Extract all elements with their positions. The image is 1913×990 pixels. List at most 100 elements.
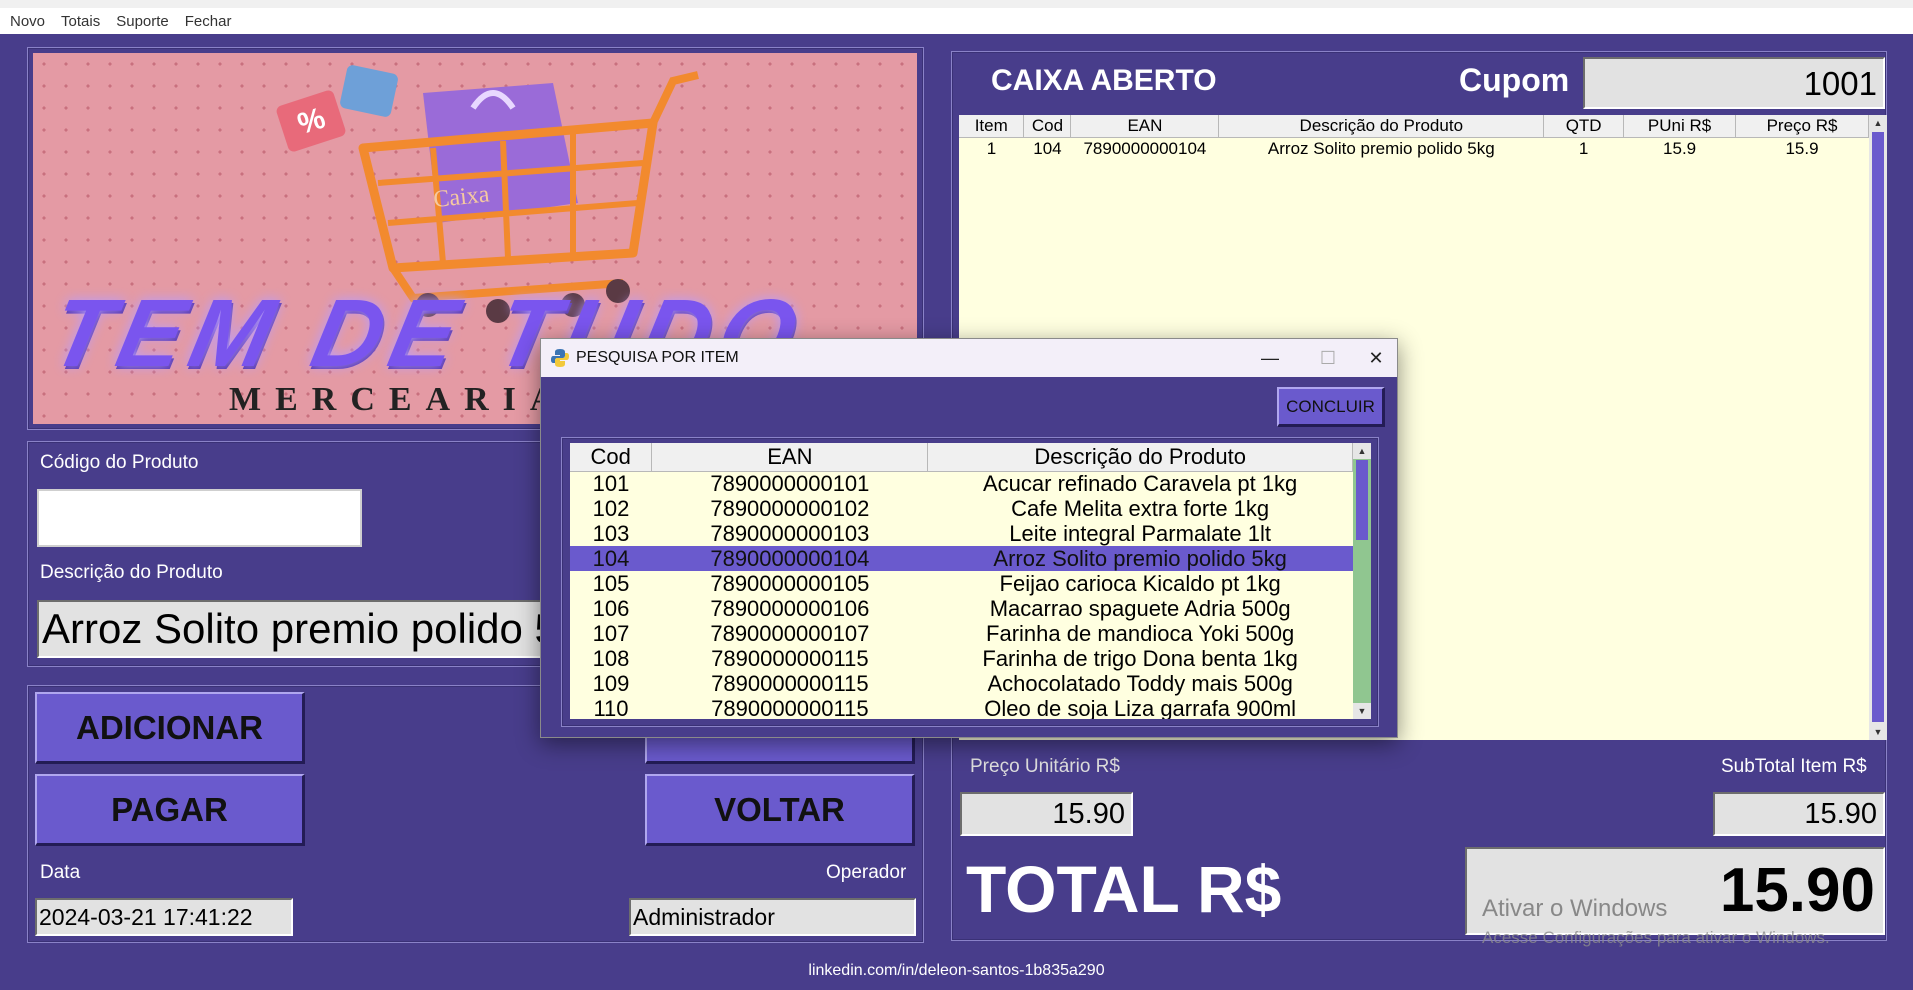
footer-link: linkedin.com/in/deleon-santos-1b835a290	[808, 962, 1105, 979]
product-cell: 105	[592, 570, 630, 596]
table-row[interactable]: 105 7890000000105 Feijao carioca Kicaldo p…	[570, 571, 1353, 596]
product-cell: Macarrao spaguete Adria 500g	[989, 595, 1291, 621]
product-cell: Feijao carioca Kicaldo pt 1kg	[999, 570, 1281, 596]
product-cell: Farinha de trigo Dona benta 1kg	[982, 645, 1298, 671]
cart-table: Item Cod EAN Descrição do Produto QTD PU…	[959, 115, 1869, 161]
menu-fechar[interactable]: Fechar	[177, 13, 240, 30]
voltar-button[interactable]: VOLTAR	[645, 774, 915, 846]
menu-suporte[interactable]: Suporte	[108, 13, 177, 30]
product-cell: 102	[592, 495, 630, 521]
cart-col-ean[interactable]: EAN	[1070, 115, 1220, 138]
table-row[interactable]: 102 7890000000102 Cafe Melita extra forte …	[570, 496, 1353, 521]
codigo-label: Código do Produto	[40, 452, 199, 473]
product-cell: 7890000000107	[710, 620, 870, 646]
total-value: 15.90	[1719, 856, 1875, 925]
table-row[interactable]: 1 104 7890000000104 Arroz Solito premio …	[959, 137, 1869, 161]
menu-bar: Novo Totais Suporte Fechar	[0, 0, 1913, 34]
data-field: 2024-03-21 17:41:22	[35, 898, 293, 936]
product-cell: 104	[570, 546, 652, 571]
cart-scrollbar[interactable]: ▲ ▼	[1869, 115, 1887, 740]
cart-col-preco[interactable]: Preço R$	[1735, 115, 1869, 138]
codigo-input[interactable]	[37, 489, 362, 547]
list-scroll-down-icon[interactable]: ▼	[1353, 703, 1371, 719]
caixa-status: CAIXA ABERTO	[991, 64, 1217, 97]
adicionar-button[interactable]: ADICIONAR	[35, 692, 305, 764]
table-row[interactable]: 104 7890000000104 Arroz Solito premio poli…	[570, 546, 1353, 571]
concluir-button[interactable]: CONCLUIR	[1277, 387, 1385, 427]
table-row[interactable]: 101 7890000000101 Acucar refinado Caravela…	[570, 471, 1353, 496]
menu-totais[interactable]: Totais	[53, 13, 108, 30]
product-cell: 7890000000101	[710, 470, 870, 496]
product-cell: 103	[592, 520, 630, 546]
cart-cell: 15.9	[1785, 139, 1819, 159]
col-descricao[interactable]: Descrição do Produto	[927, 443, 1353, 472]
product-cell: 7890000000106	[710, 595, 870, 621]
product-cell: 7890000000103	[710, 520, 870, 546]
search-dialog: PESQUISA POR ITEM — ☐ ✕ CONCLUIR Cod EAN…	[540, 338, 1398, 738]
scroll-up-icon[interactable]: ▲	[1869, 115, 1887, 131]
dialog-title: PESQUISA POR ITEM	[576, 349, 739, 366]
product-cell: 108	[592, 645, 630, 671]
product-cell: 106	[592, 595, 630, 621]
minimize-icon[interactable]: —	[1247, 339, 1293, 377]
product-cell: Farinha de mandioca Yoki 500g	[986, 620, 1295, 646]
maximize-icon[interactable]: ☐	[1305, 339, 1351, 377]
subtotal-label: SubTotal Item R$	[1721, 756, 1867, 777]
preco-unit-field: 15.90	[960, 792, 1133, 836]
operador-label: Operador	[826, 862, 907, 883]
table-row[interactable]: 103 7890000000103 Leite integral Parmalate…	[570, 521, 1353, 546]
product-cell: 7890000000104	[651, 546, 928, 571]
list-scrollbar[interactable]: ▲ ▼	[1353, 443, 1371, 719]
product-list-area: Cod EAN Descrição do Produto 101 78900000…	[570, 443, 1353, 719]
cart-scroll-thumb[interactable]	[1872, 132, 1884, 722]
preco-unit-label: Preço Unitário R$	[970, 756, 1120, 777]
col-ean[interactable]: EAN	[651, 443, 929, 472]
product-cell: 7890000000105	[710, 570, 870, 596]
product-cell: Oleo de soja Liza garrafa 900ml	[984, 695, 1297, 719]
cart-cell: 1	[986, 139, 997, 159]
table-row[interactable]: 109 7890000000115 Achocolatado Toddy mais …	[570, 671, 1353, 696]
product-cell: 7890000000102	[710, 495, 870, 521]
list-scroll-up-icon[interactable]: ▲	[1353, 443, 1371, 459]
product-cell: 7890000000115	[711, 670, 869, 696]
product-cell: 7890000000115	[711, 695, 869, 719]
dialog-titlebar[interactable]: PESQUISA POR ITEM — ☐ ✕	[541, 339, 1397, 377]
python-icon	[551, 349, 569, 367]
cart-col-descricao[interactable]: Descrição do Produto	[1218, 115, 1545, 138]
menu-novo[interactable]: Novo	[2, 13, 53, 30]
product-table: Cod EAN Descrição do Produto 101 78900000…	[570, 443, 1353, 719]
scroll-down-icon[interactable]: ▼	[1869, 724, 1887, 740]
table-row[interactable]: 106 7890000000106 Macarrao spaguete Adria …	[570, 596, 1353, 621]
product-cell: Leite integral Parmalate 1lt	[1009, 520, 1271, 546]
data-label: Data	[40, 862, 81, 883]
product-cell: 7890000000115	[711, 645, 869, 671]
col-cod[interactable]: Cod	[570, 443, 653, 472]
list-scroll-thumb[interactable]	[1356, 460, 1368, 540]
table-row[interactable]: 108 7890000000115 Farinha de trigo Dona be…	[570, 646, 1353, 671]
product-cell: 109	[592, 670, 630, 696]
cart-col-cod[interactable]: Cod	[1023, 115, 1072, 138]
descricao-value: Arroz Solito premio polido 5kg	[42, 605, 603, 652]
windows-watermark-title: Ativar o Windows	[1482, 895, 1668, 922]
table-row[interactable]: 107 7890000000107 Farinha de mandioca Yoki…	[570, 621, 1353, 646]
cart-col-qtd[interactable]: QTD	[1543, 115, 1625, 138]
logo-subtitle: MERCEARIA	[229, 381, 569, 418]
cupom-label: Cupom	[1459, 62, 1570, 98]
windows-watermark-subtitle: Acesse Configurações para ativar o Windo…	[1482, 928, 1830, 947]
product-cell: Cafe Melita extra forte 1kg	[1011, 495, 1270, 521]
product-cell: Arroz Solito premio polido 5kg	[927, 546, 1353, 571]
descricao-label: Descrição do Produto	[40, 562, 223, 583]
cart-cell: 15.9	[1663, 139, 1697, 159]
cart-cell: 104	[1033, 139, 1062, 159]
table-row[interactable]: 110 7890000000115 Oleo de soja Liza garraf…	[570, 696, 1353, 719]
close-icon[interactable]: ✕	[1353, 339, 1399, 377]
pagar-button[interactable]: PAGAR	[35, 774, 305, 846]
total-label: TOTAL R$	[966, 852, 1282, 926]
cart-cell: Arroz Solito premio polido 5kg	[1267, 139, 1495, 159]
product-cell: Acucar refinado Caravela pt 1kg	[983, 470, 1298, 496]
cart-col-item[interactable]: Item	[959, 115, 1025, 138]
product-cell: 101	[592, 470, 630, 496]
cart-col-puni[interactable]: PUni R$	[1623, 115, 1737, 138]
operador-field: Administrador	[629, 898, 916, 936]
cupom-field: 1001	[1583, 57, 1885, 109]
